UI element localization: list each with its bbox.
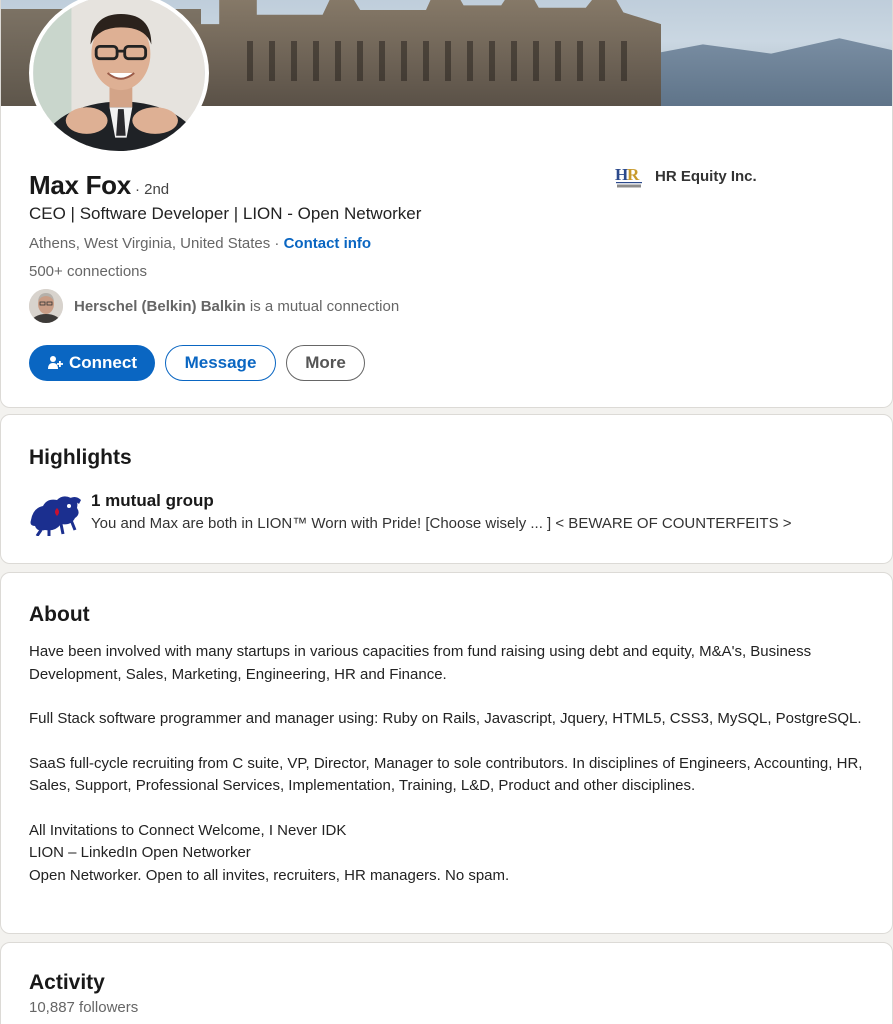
- message-button[interactable]: Message: [165, 345, 276, 381]
- about-line: Open Networker. Open to all invites, rec…: [29, 866, 510, 884]
- profile-location: Athens, West Virginia, United States: [29, 235, 271, 252]
- mutual-group-description: You and Max are both in LION™ Worn with …: [91, 515, 792, 532]
- about-paragraph-group: All Invitations to Connect Welcome, I Ne…: [29, 820, 879, 888]
- hr-equity-logo-icon: H R: [615, 163, 643, 189]
- svg-text:R: R: [627, 165, 640, 184]
- profile-headline: CEO | Software Developer | LION - Open N…: [29, 204, 422, 223]
- location-row: Athens, West Virginia, United States · C…: [29, 235, 371, 252]
- current-company[interactable]: H R HR Equity Inc.: [615, 163, 757, 189]
- mutual-connection[interactable]: Herschel (Belkin) Balkin is a mutual con…: [29, 289, 399, 323]
- profile-actions: Connect Message More: [29, 345, 365, 381]
- activity-title: Activity: [29, 971, 105, 994]
- connect-button-label: Connect: [69, 353, 137, 372]
- about-paragraph: Full Stack software programmer and manag…: [29, 710, 862, 727]
- about-text: Have been involved with many startups in…: [29, 641, 879, 887]
- lion-group-logo-icon[interactable]: [27, 490, 83, 537]
- connection-degree: · 2nd: [134, 181, 170, 198]
- profile-name: Max Fox: [29, 170, 131, 200]
- name-row: Max Fox · 2nd: [29, 170, 169, 201]
- mutual-connection-avatar[interactable]: [29, 289, 63, 323]
- add-person-icon: [47, 355, 63, 371]
- mutual-group-item[interactable]: 1 mutual group You and Max are both in L…: [27, 490, 792, 537]
- person-avatar-icon: [29, 289, 63, 323]
- activity-card: Activity 10,887 followers: [0, 942, 893, 1024]
- highlights-title: Highlights: [29, 446, 132, 469]
- about-line: LION – LinkedIn Open Networker: [29, 844, 251, 861]
- company-name[interactable]: HR Equity Inc.: [655, 168, 757, 185]
- highlights-card: Highlights 1 mutual group You and Max ar…: [0, 414, 893, 564]
- mutual-connection-name[interactable]: Herschel (Belkin) Balkin: [74, 298, 246, 315]
- person-photo-icon: [33, 0, 205, 151]
- more-button[interactable]: More: [286, 345, 365, 381]
- mutual-connection-text: Herschel (Belkin) Balkin is a mutual con…: [74, 298, 399, 315]
- mutual-group-title[interactable]: 1 mutual group: [91, 491, 792, 511]
- about-title: About: [29, 603, 90, 626]
- location-separator: ·: [270, 235, 284, 252]
- followers-count: 10,887 followers: [29, 999, 139, 1016]
- contact-info-link[interactable]: Contact info: [284, 235, 372, 252]
- about-paragraph: Have been involved with many startups in…: [29, 643, 812, 683]
- mutual-connection-suffix: is a mutual connection: [245, 297, 400, 315]
- about-paragraph: SaaS full-cycle recruiting from C suite,…: [29, 754, 863, 795]
- mutual-group-text: 1 mutual group You and Max are both in L…: [91, 490, 792, 532]
- profile-card: Max Fox · 2nd CEO | Software Developer |…: [0, 0, 893, 408]
- connect-button[interactable]: Connect: [29, 345, 155, 381]
- about-card: About Have been involved with many start…: [0, 572, 893, 934]
- about-line: All Invitations to Connect Welcome, I Ne…: [29, 821, 347, 839]
- connections-count[interactable]: 500+ connections: [29, 263, 147, 280]
- profile-photo[interactable]: [29, 0, 209, 155]
